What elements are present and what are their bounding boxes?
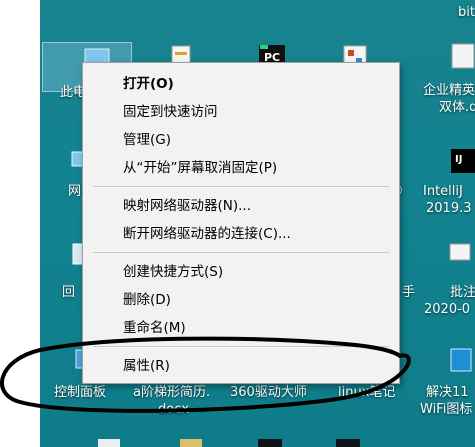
annotation-ellipse <box>0 336 411 413</box>
